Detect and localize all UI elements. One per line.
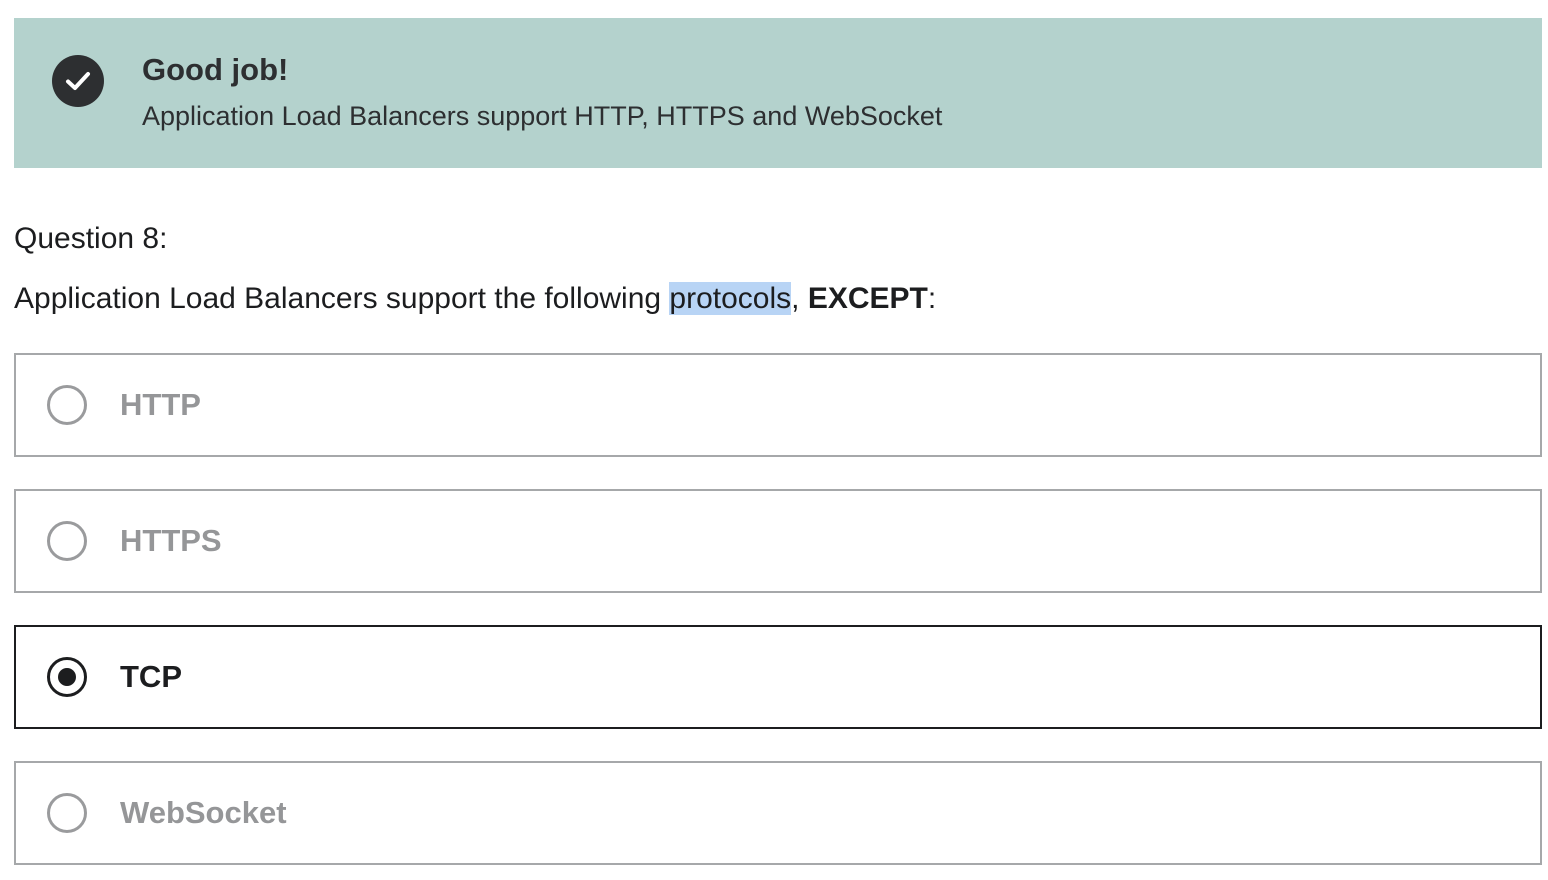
question-text-comma: , [791, 282, 808, 315]
answer-option-label: HTTPS [120, 523, 222, 558]
question-number: Question 8: [14, 222, 168, 255]
alert-message: Application Load Balancers support HTTP,… [142, 101, 943, 131]
quiz-page: Good job! Application Load Balancers sup… [0, 0, 1548, 880]
check-circle-icon [52, 55, 104, 107]
question-prompt: Application Load Balancers support the f… [14, 278, 936, 320]
question-emphasis: EXCEPT [807, 282, 928, 315]
answer-option-http[interactable]: HTTP [14, 353, 1542, 457]
answer-option-tcp[interactable]: TCP [14, 625, 1542, 729]
radio-button[interactable] [47, 385, 87, 425]
answer-option-label: HTTP [120, 387, 201, 422]
answer-option-label: WebSocket [120, 795, 287, 830]
radio-button-selected[interactable] [47, 657, 87, 697]
question-text-start: Application Load Balancers support the f… [14, 282, 670, 315]
radio-button[interactable] [47, 793, 87, 833]
radio-button[interactable] [47, 521, 87, 561]
alert-title: Good job! [142, 52, 289, 87]
question-text-end: : [927, 282, 937, 315]
radio-selected-dot [58, 668, 76, 686]
answer-option-https[interactable]: HTTPS [14, 489, 1542, 593]
success-alert: Good job! Application Load Balancers sup… [14, 18, 1542, 168]
selected-text-highlight: protocols [669, 282, 792, 315]
answer-option-websocket[interactable]: WebSocket [14, 761, 1542, 865]
answer-option-label: TCP [120, 659, 182, 694]
